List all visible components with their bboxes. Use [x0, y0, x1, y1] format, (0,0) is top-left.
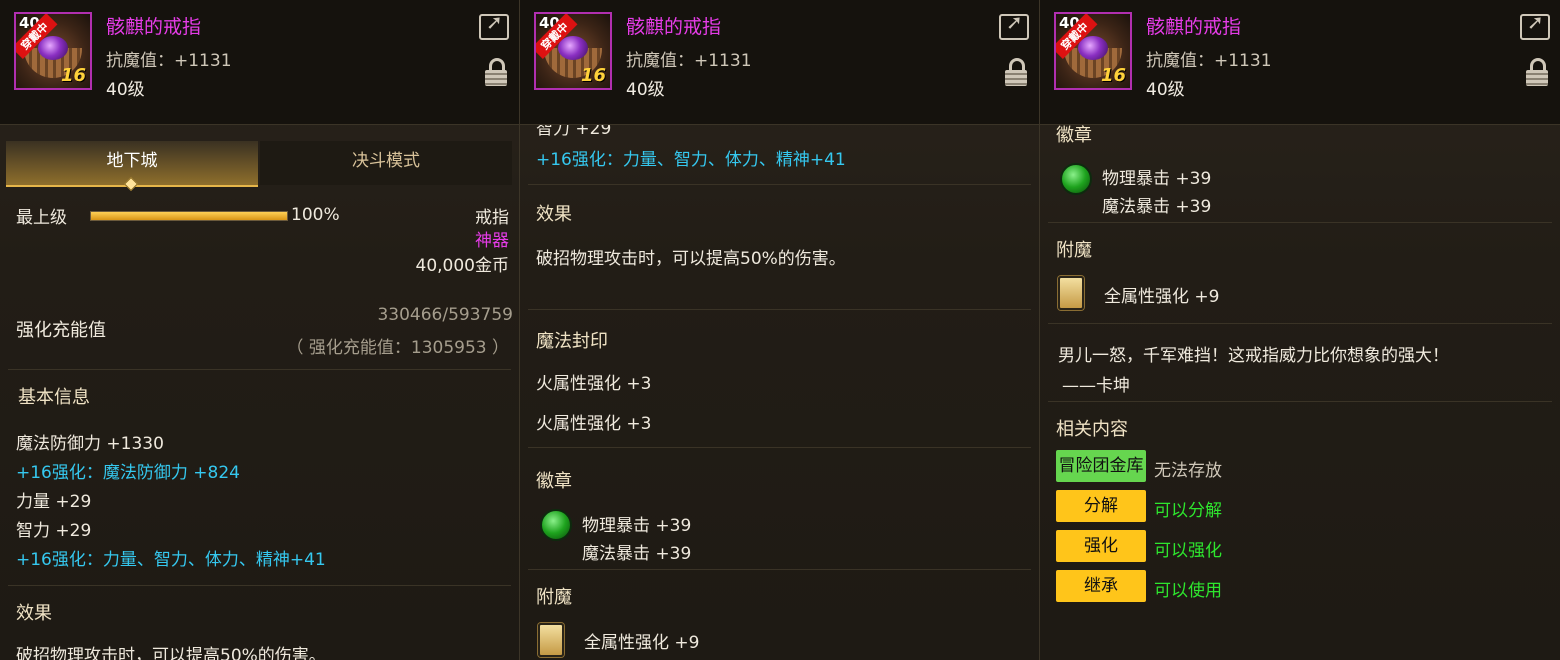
item-level: 40级 [626, 80, 665, 100]
max-level-progress [90, 211, 288, 221]
item-name: 骸麒的戒指 [626, 16, 722, 38]
charge-total: （ 强化充能值：1305953 ） [286, 338, 509, 358]
status-inherit: 可以使用 [1154, 581, 1222, 601]
basic-info-title: 基本信息 [18, 387, 90, 408]
badge-guild-vault[interactable]: 冒险团金库 [1056, 450, 1146, 482]
lock-icon[interactable] [1526, 58, 1548, 88]
status-disassemble: 可以分解 [1154, 501, 1222, 521]
ring-item-icon: 40 穿戴中 16 [14, 12, 92, 90]
resist-value: 抗魔值：+1131 [106, 51, 232, 71]
divider [528, 184, 1031, 185]
emblem-line-2: 魔法暴击 +39 [582, 544, 692, 564]
effect-title: 效果 [536, 204, 572, 225]
item-slot: 戒指 [475, 208, 509, 228]
seal-line-1: 火属性强化 +3 [536, 374, 652, 394]
effect-text: 破招物理攻击时，可以提高50%的伤害。 [16, 646, 326, 660]
enchant-line: 全属性强化 +9 [584, 633, 700, 653]
ring-item-icon: 40 穿戴中 16 [1054, 12, 1132, 90]
tooltip-header: 40 穿戴中 16 骸麒的戒指 抗魔值：+1131 40级 [1040, 0, 1560, 125]
divider [1048, 222, 1552, 223]
item-tooltip-panel-3: 40 穿戴中 16 骸麒的戒指 抗魔值：+1131 40级 徽章 物理暴击 +3… [1040, 0, 1560, 660]
emblem-line-1: 物理暴击 +39 [1102, 169, 1212, 189]
badge-inherit[interactable]: 继承 [1056, 570, 1146, 602]
emblem-title: 徽章 [536, 471, 572, 492]
stat-int: 智力 +29 [16, 521, 92, 541]
item-rarity: 神器 [475, 231, 509, 251]
enchant-card-icon [1058, 276, 1084, 310]
effect-title: 效果 [16, 603, 52, 624]
stat-str: 力量 +29 [16, 492, 92, 512]
resist-value: 抗魔值：+1131 [1146, 51, 1272, 71]
item-price: 40,000金币 [415, 256, 509, 276]
badge-reinforce[interactable]: 强化 [1056, 530, 1146, 562]
charge-value: 330466/593759 [377, 305, 513, 325]
enchant-title: 附魔 [536, 587, 572, 608]
emblem-title: 徽章 [1056, 125, 1092, 146]
divider [528, 447, 1031, 448]
mode-tabs: 地下城 决斗模式 [6, 141, 512, 192]
reinforce-level: 16 [1100, 65, 1126, 86]
tooltip-body: 地下城 决斗模式 最上级 100% 戒指 神器 40,000金币 强化充能值 3… [0, 125, 519, 660]
share-icon[interactable] [999, 10, 1029, 40]
item-tooltip-panel-2: 40 穿戴中 16 骸麒的戒指 抗魔值：+1131 40级 智力 +29 +16… [520, 0, 1040, 660]
max-level-label: 最上级 [16, 208, 67, 228]
status-reinforce: 可以强化 [1154, 541, 1222, 561]
divider [1048, 323, 1552, 324]
ring-item-icon: 40 穿戴中 16 [534, 12, 612, 90]
reinforce-level: 16 [580, 65, 606, 86]
related-title: 相关内容 [1056, 419, 1128, 440]
divider [8, 369, 511, 370]
enchant-card-icon [538, 623, 564, 657]
emblem-line-1: 物理暴击 +39 [582, 516, 692, 536]
flavor-author: ——卡坤 [1062, 376, 1130, 396]
share-icon[interactable] [1520, 10, 1550, 40]
seal-line-2: 火属性强化 +3 [536, 414, 652, 434]
enchant-line: 全属性强化 +9 [1104, 287, 1220, 307]
stat-enh-all: +16强化：力量、智力、体力、精神+41 [16, 550, 326, 570]
tooltip-header: 40 穿戴中 16 骸麒的戒指 抗魔值：+1131 40级 [0, 0, 519, 125]
resist-value: 抗魔值：+1131 [626, 51, 752, 71]
flavor-quote: 男儿一怒，千军难挡！这戒指威力比你想象的强大！ [1058, 346, 1449, 366]
tab-pvp[interactable]: 决斗模式 [260, 141, 512, 185]
share-icon[interactable] [479, 10, 509, 40]
item-name: 骸麒的戒指 [106, 16, 202, 38]
emblem-icon [1060, 163, 1092, 195]
item-level: 40级 [106, 80, 145, 100]
max-level-percent: 100% [291, 205, 340, 225]
enchant-title: 附魔 [1056, 240, 1092, 261]
item-name: 骸麒的戒指 [1146, 16, 1242, 38]
tooltip-body: 智力 +29 +16强化：力量、智力、体力、精神+41 效果 破招物理攻击时，可… [520, 125, 1039, 660]
tooltip-header: 40 穿戴中 16 骸麒的戒指 抗魔值：+1131 40级 [520, 0, 1039, 125]
stat-enh-all: +16强化：力量、智力、体力、精神+41 [536, 150, 846, 170]
divider [528, 569, 1031, 570]
item-tooltip-panel-1: 40 穿戴中 16 骸麒的戒指 抗魔值：+1131 40级 地下城 决斗模式 最… [0, 0, 520, 660]
tooltip-body: 徽章 物理暴击 +39 魔法暴击 +39 附魔 全属性强化 +9 男儿一怒，千军… [1040, 125, 1560, 660]
stat-mdef: 魔法防御力 +1330 [16, 434, 164, 454]
divider [528, 309, 1031, 310]
seal-title: 魔法封印 [536, 331, 608, 352]
reinforce-level: 16 [60, 65, 86, 86]
effect-text: 破招物理攻击时，可以提高50%的伤害。 [536, 249, 846, 269]
badge-disassemble[interactable]: 分解 [1056, 490, 1146, 522]
stat-enh-mdef: +16强化：魔法防御力 +824 [16, 463, 240, 483]
divider [1048, 401, 1552, 402]
lock-icon[interactable] [485, 58, 507, 88]
lock-icon[interactable] [1005, 58, 1027, 88]
divider [8, 585, 511, 586]
item-level: 40级 [1146, 80, 1185, 100]
stat-int: 智力 +29 [536, 125, 612, 139]
status-guild-vault: 无法存放 [1154, 461, 1222, 481]
emblem-line-2: 魔法暴击 +39 [1102, 197, 1212, 217]
emblem-icon [540, 509, 572, 541]
charge-label: 强化充能值 [16, 320, 106, 341]
